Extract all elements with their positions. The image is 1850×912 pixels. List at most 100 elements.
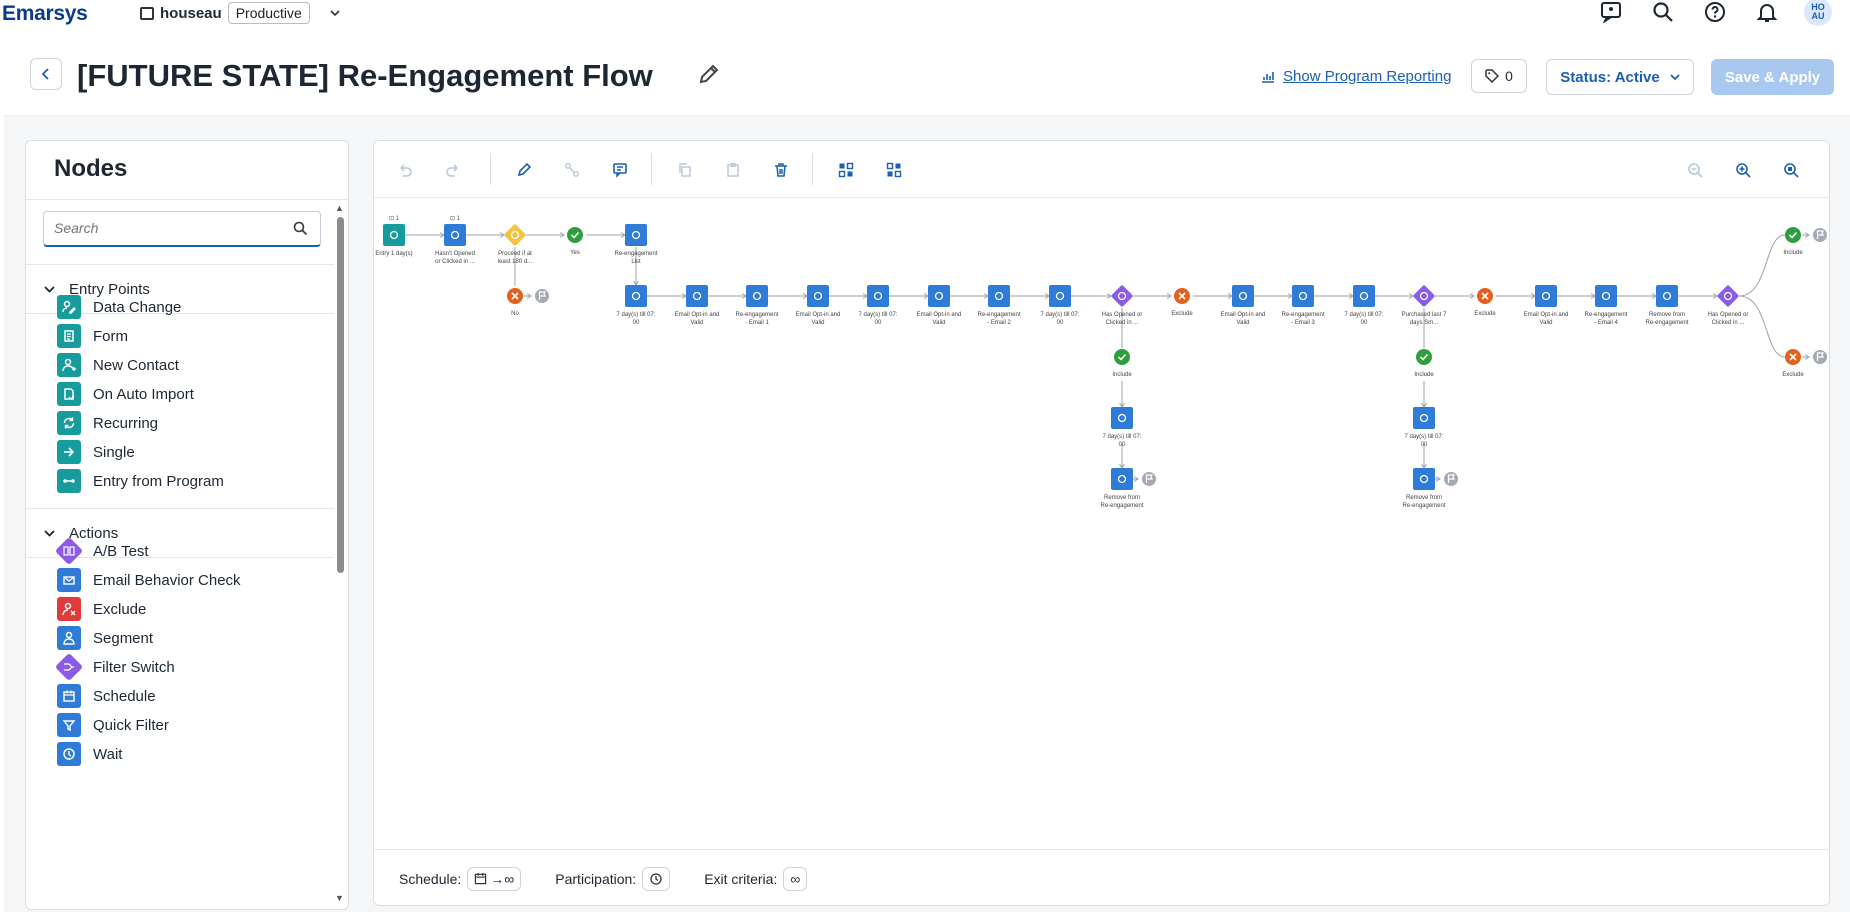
flow-node-m5[interactable]: 7 day(s) till 07: 00 — [858, 285, 898, 326]
node-item-entry-from-program[interactable]: Entry from Program — [57, 468, 224, 494]
action-node-icon[interactable] — [807, 285, 829, 307]
node-item-new-contact[interactable]: New Contact — [57, 352, 179, 378]
action-node-icon[interactable] — [1413, 407, 1435, 429]
flow-diagram[interactable]: ⊡ 1 Entry 1 day(s) ⊡ 1 Hasn't Opened or Clic… — [374, 199, 1829, 849]
action-node-icon[interactable] — [928, 285, 950, 307]
scroll-down-arrow-icon[interactable]: ▼ — [335, 893, 344, 903]
flow-node-m14[interactable]: Purchased last 7 days Sm... — [1402, 285, 1447, 326]
flow-node-m8[interactable]: 7 day(s) till 07: 00 — [1040, 285, 1080, 326]
schedule-button[interactable]: →∞ — [467, 866, 522, 891]
node-item-data-change[interactable]: Data Change — [57, 294, 181, 320]
flow-node-m4[interactable]: Email Opt-in and Valid — [796, 285, 841, 326]
filter-node-icon[interactable] — [504, 224, 527, 247]
flow-node-m3[interactable]: Re-engagement - Email 1 — [735, 285, 779, 326]
action-node-icon[interactable] — [746, 285, 768, 307]
flow-node-e1[interactable]: Include — [1783, 227, 1803, 256]
avatar[interactable]: HO AU — [1804, 0, 1832, 26]
flow-node-m1[interactable]: 7 day(s) till 07: 00 — [616, 285, 656, 326]
flow-node-b2[interactable]: 7 day(s) till 07: 00 — [1102, 407, 1142, 448]
back-button[interactable] — [30, 58, 62, 90]
trash-icon[interactable] — [770, 159, 792, 181]
pencil-icon[interactable] — [513, 159, 535, 181]
action-node-icon[interactable] — [1292, 285, 1314, 307]
flow-node-m18[interactable]: Remove from Re-engagement — [1645, 285, 1689, 326]
help-icon[interactable] — [1700, 0, 1730, 24]
flow-node-m12[interactable]: Re-engagement - Email 3 — [1281, 285, 1325, 326]
action-node-icon[interactable] — [383, 224, 405, 246]
action-node-icon[interactable] — [625, 224, 647, 246]
flow-node-b1[interactable]: Include — [1112, 349, 1132, 378]
pencil-icon[interactable] — [697, 62, 721, 91]
flow-node-m11[interactable]: Email Opt-in and Valid — [1221, 285, 1266, 326]
action-node-icon[interactable] — [444, 224, 466, 246]
flow-node-n2[interactable]: ⊡ 1 Hasn't Opened or Clicked in ... — [435, 216, 475, 265]
action-node-icon[interactable] — [1595, 285, 1617, 307]
tags-button[interactable]: 0 — [1471, 59, 1527, 93]
node-item-filter-switch[interactable]: Filter Switch — [54, 652, 175, 682]
search-input[interactable] — [54, 212, 284, 244]
node-item-recurring[interactable]: Recurring — [57, 410, 158, 436]
include-node-icon[interactable] — [1114, 349, 1130, 365]
node-item-ab-test[interactable]: A/B Test — [54, 536, 149, 566]
action-node-icon[interactable] — [686, 285, 708, 307]
scroll-up-arrow-icon[interactable]: ▲ — [335, 203, 344, 213]
search-icon[interactable] — [1648, 0, 1678, 24]
node-item-single[interactable]: Single — [57, 439, 135, 465]
copy-icon[interactable] — [674, 159, 696, 181]
flow-node-m6[interactable]: Email Opt-in and Valid — [917, 285, 962, 326]
flow-node-m15[interactable]: Exclude — [1474, 288, 1496, 317]
flow-node-b3[interactable]: Remove from Re-engagement — [1100, 468, 1144, 509]
node-item-wait[interactable]: Wait — [57, 741, 122, 767]
flow-node-m2[interactable]: Email Opt-in and Valid — [675, 285, 720, 326]
comment-icon[interactable] — [609, 159, 631, 181]
flow-node-e2[interactable]: Exclude — [1782, 349, 1804, 378]
switch-node-icon[interactable] — [1717, 285, 1740, 308]
node-item-segment[interactable]: Segment — [57, 625, 153, 651]
node-item-form[interactable]: Form — [57, 323, 128, 349]
include-node-icon[interactable] — [567, 227, 583, 243]
auto-layout-icon[interactable] — [835, 159, 857, 181]
flow-node-c3[interactable]: Remove from Re-engagement — [1402, 468, 1446, 509]
redo-icon[interactable] — [442, 159, 464, 181]
tenant-switcher[interactable]: houseau Productive — [140, 2, 340, 24]
search-icon[interactable] — [293, 221, 308, 236]
flow-canvas[interactable]: ⊡ 1 Entry 1 day(s) ⊡ 1 Hasn't Opened or Clic… — [373, 140, 1830, 906]
action-node-icon[interactable] — [1413, 468, 1435, 490]
action-node-icon[interactable] — [1353, 285, 1375, 307]
action-node-icon[interactable] — [1232, 285, 1254, 307]
flow-node-m16[interactable]: Email Opt-in and Valid — [1524, 285, 1569, 326]
switch-node-icon[interactable] — [1111, 285, 1134, 308]
action-node-icon[interactable] — [1049, 285, 1071, 307]
flow-node-m7[interactable]: Re-engagement - Email 2 — [977, 285, 1021, 326]
zoom-fit-icon[interactable] — [1780, 159, 1802, 181]
flow-node-c2[interactable]: 7 day(s) till 07: 00 — [1404, 407, 1444, 448]
flow-node-n6[interactable]: No — [507, 288, 523, 317]
flow-node-c1[interactable]: Include — [1414, 349, 1434, 378]
bell-icon[interactable] — [1752, 0, 1782, 24]
zoom-out-icon[interactable] — [1684, 159, 1706, 181]
flow-node-n1[interactable]: ⊡ 1 Entry 1 day(s) — [375, 216, 412, 257]
exit-criteria-button[interactable]: ∞ — [783, 866, 808, 891]
flow-node-n3[interactable]: Proceed if at least 180 d... — [498, 224, 533, 265]
flow-node-m10[interactable]: Exclude — [1171, 288, 1193, 317]
scrollbar-thumb[interactable] — [337, 217, 344, 573]
action-node-icon[interactable] — [1656, 285, 1678, 307]
paste-icon[interactable] — [722, 159, 744, 181]
participation-button[interactable] — [642, 866, 671, 891]
action-node-icon[interactable] — [867, 285, 889, 307]
status-dropdown[interactable]: Status: Active — [1546, 59, 1694, 95]
brand-logo[interactable]: Emarsys — [2, 2, 88, 26]
action-node-icon[interactable] — [1111, 407, 1133, 429]
action-node-icon[interactable] — [988, 285, 1010, 307]
node-item-exclude[interactable]: Exclude — [57, 596, 146, 622]
zoom-in-icon[interactable] — [1732, 159, 1754, 181]
feedback-icon[interactable] — [1596, 0, 1626, 24]
include-node-icon[interactable] — [1785, 227, 1801, 243]
include-node-icon[interactable] — [1416, 349, 1432, 365]
node-item-quick-filter[interactable]: Quick Filter — [57, 712, 169, 738]
action-node-icon[interactable] — [1535, 285, 1557, 307]
flow-node-n4[interactable]: Yes — [567, 227, 583, 256]
save-apply-button[interactable]: Save & Apply — [1711, 59, 1834, 95]
flow-node-m19[interactable]: Has Opened or Clicked in ... — [1708, 285, 1749, 326]
flow-node-m13[interactable]: 7 day(s) till 07: 00 — [1344, 285, 1384, 326]
